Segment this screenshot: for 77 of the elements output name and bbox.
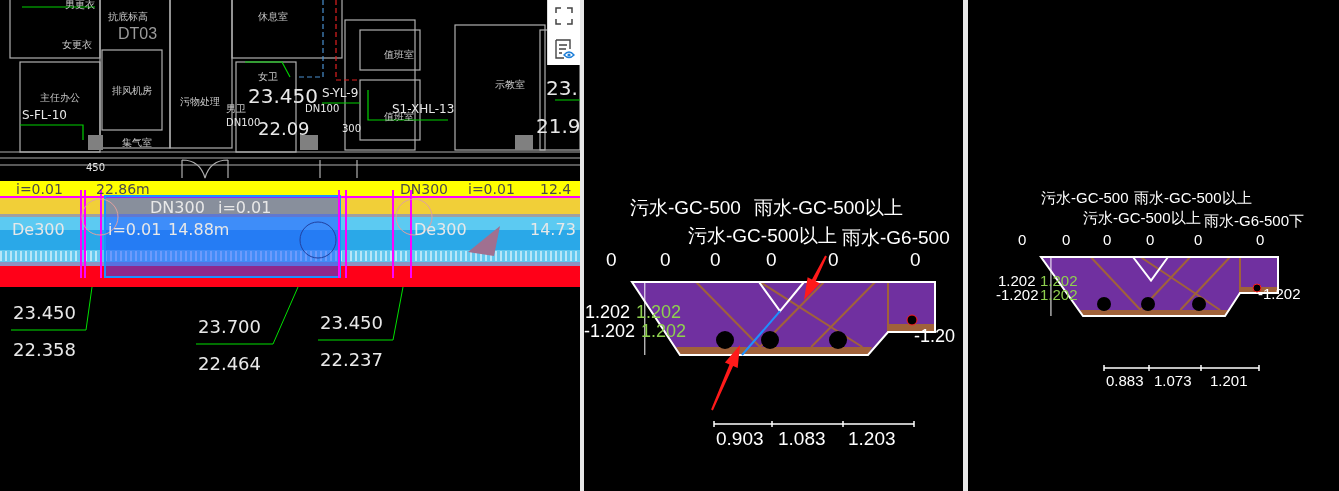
section-title: 雨水-GC-500以上 [754, 198, 903, 217]
room-label: 男更衣 [65, 0, 95, 10]
room-label: 排风机房 [112, 86, 152, 96]
elevation-value: 0 [606, 250, 617, 269]
elevation-bottom: 22.237 [320, 351, 383, 369]
fullscreen-icon [553, 5, 575, 28]
plan-annotation: 23. [546, 78, 578, 98]
plan-annotation: 450 [86, 163, 106, 173]
plan-annotation: S-FL-10 [22, 109, 67, 121]
pipe-label: DN300 [400, 182, 448, 196]
depth-label: 1.202 [585, 303, 631, 321]
pipe-label: De300 [12, 222, 65, 238]
elevation-value: 0 [766, 250, 777, 269]
elevation-value: 0 [1146, 232, 1155, 247]
dimension-value: 0.903 [716, 429, 764, 448]
room-label: 主任办公 [40, 93, 80, 103]
room-label: 污物处理 [180, 97, 220, 107]
pipe-label: 14.73 [530, 222, 576, 238]
elevation-value: 0 [910, 250, 921, 269]
room-label: 男卫 [226, 104, 246, 114]
section-title: 污水-GC-500 [1041, 190, 1129, 205]
elevation-value: 0 [1256, 232, 1265, 247]
dimension-value: 1.083 [778, 429, 826, 448]
elevation-value: 0 [828, 250, 839, 269]
depth-label: -1.202 [996, 287, 1039, 302]
annotation-arrow [711, 345, 740, 411]
plan-annotation: DN100 [305, 104, 340, 114]
pipe-label: i=0.01 [468, 182, 515, 196]
room-label: 示教室 [495, 80, 525, 90]
elevation-value: 0 [1194, 232, 1203, 247]
dimension-value: 0.883 [1106, 373, 1144, 388]
pipe-label: 14.88m [168, 222, 230, 238]
room-label: 抗底标高 [108, 12, 148, 22]
pipe-label: i=0.01 [16, 182, 63, 196]
section-title: 雨水-G6-500下 [1204, 213, 1305, 228]
dimension-value: 1.073 [1154, 373, 1192, 388]
plan-annotation: 21.9 [536, 116, 580, 136]
section-title: 雨水-G6-500 [842, 228, 950, 247]
annotation-arrow [804, 255, 827, 300]
depth-label: 1.202 [998, 273, 1036, 288]
pipe-label: i=0.01 [108, 222, 162, 238]
depth-label: -1.202 [1258, 286, 1301, 301]
elevation-value: 0 [710, 250, 721, 269]
elevation-value: 0 [660, 250, 671, 269]
dimension-value: 1.201 [1210, 373, 1248, 388]
section-title: 污水-GC-500以上 [688, 226, 837, 245]
plan-annotation: DT03 [118, 26, 158, 42]
elevation-value: 0 [1103, 232, 1112, 247]
room-label: 女卫 [258, 72, 278, 82]
plan-annotation: 23.450 [248, 86, 318, 106]
elevation-top: 23.450 [13, 304, 76, 322]
pipe-label: DN300 [150, 200, 205, 216]
plan-annotation: 300 [342, 124, 362, 134]
pipe-label: 22.86m [96, 182, 150, 196]
elevation-bottom: 22.358 [13, 341, 76, 359]
elevation-top: 23.700 [198, 318, 261, 336]
dimension-value: 1.203 [848, 429, 896, 448]
room-label: 女更衣 [62, 40, 92, 50]
pipe-label: i=0.01 [218, 200, 272, 216]
room-label: 集气室 [122, 138, 152, 148]
section-title: 污水-GC-500以上 [1083, 210, 1201, 225]
elevation-value: 0 [1062, 232, 1071, 247]
pipe-label: 12.4 [540, 182, 572, 196]
plan-annotation: S-YL-9 [322, 87, 359, 99]
plan-annotation: DN100 [226, 118, 261, 128]
elevation-value: 0 [1018, 232, 1027, 247]
room-label: 值班室 [384, 50, 414, 60]
elevation-bottom: 22.464 [198, 355, 261, 373]
depth-label: 1.202 [641, 322, 687, 340]
room-label: 休息室 [258, 12, 288, 22]
room-label: 值班室 [384, 112, 414, 122]
document-eye-icon [553, 37, 575, 60]
section-title: 雨水-GC-500以上 [1134, 190, 1252, 205]
depth-label: -1.20 [914, 327, 956, 345]
elevation-top: 23.450 [320, 314, 383, 332]
depth-label: -1.202 [584, 322, 636, 340]
section-title: 污水-GC-500 [630, 198, 741, 217]
